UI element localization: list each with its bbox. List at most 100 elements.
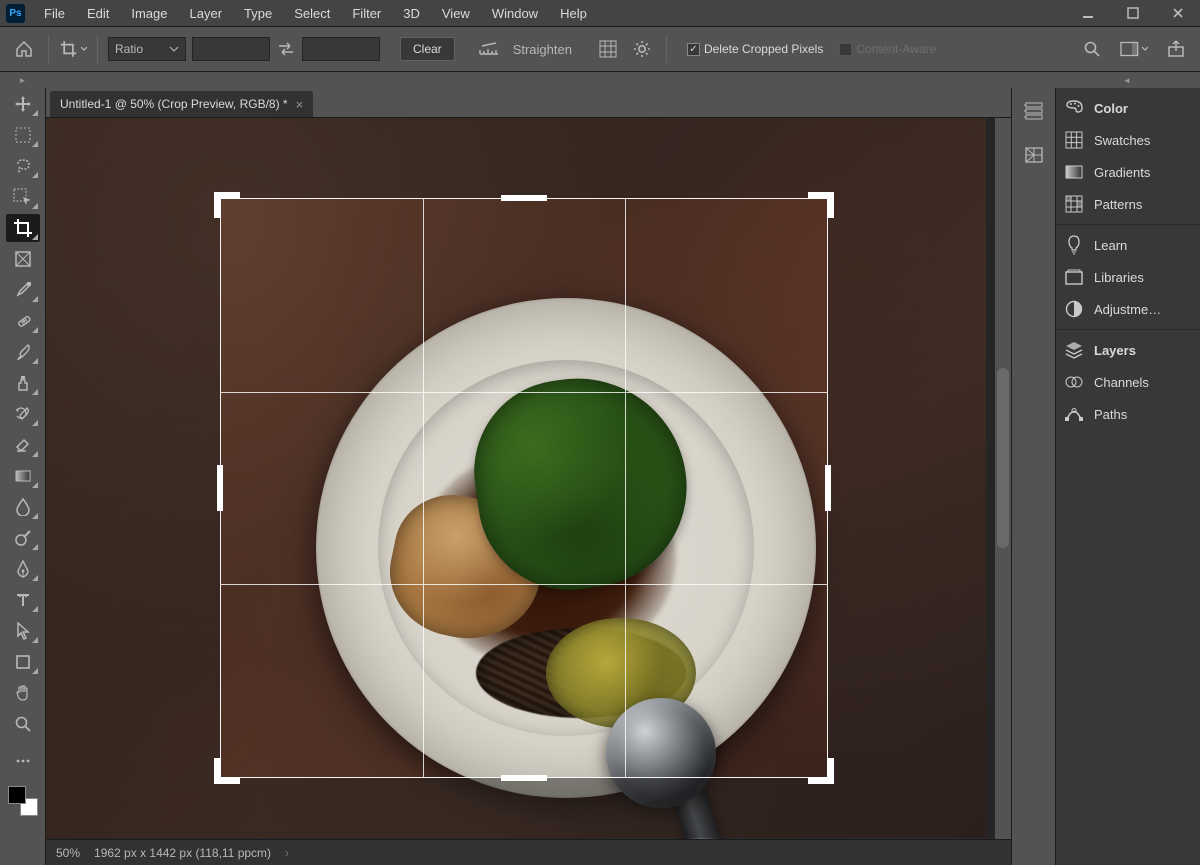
tool-path-select[interactable]	[6, 617, 40, 645]
close-icon[interactable]: ×	[296, 97, 304, 112]
panel-layers[interactable]: Layers	[1056, 334, 1200, 366]
menu-image[interactable]: Image	[120, 0, 178, 27]
panel-adjustments[interactable]: Adjustme…	[1056, 293, 1200, 325]
panel-libraries[interactable]: Libraries	[1056, 261, 1200, 293]
menu-view[interactable]: View	[431, 0, 481, 27]
tool-pen[interactable]	[6, 555, 40, 583]
tool-healing[interactable]	[6, 307, 40, 335]
tool-eyedropper[interactable]	[6, 276, 40, 304]
aspect-ratio-dropdown[interactable]: Ratio	[108, 37, 186, 61]
crop-tool-indicator-icon[interactable]	[59, 35, 87, 63]
crop-box[interactable]	[220, 198, 828, 778]
canvas[interactable]	[46, 118, 1011, 839]
gradients-icon	[1064, 162, 1084, 182]
separator	[97, 35, 98, 63]
share-icon[interactable]	[1162, 35, 1190, 63]
menu-type[interactable]: Type	[233, 0, 283, 27]
menu-select[interactable]: Select	[283, 0, 341, 27]
content-aware-checkbox[interactable]: Content-Aware	[839, 42, 936, 56]
panel-swatches[interactable]: Swatches	[1056, 124, 1200, 156]
clear-button[interactable]: Clear	[400, 37, 455, 61]
tool-history-brush[interactable]	[6, 400, 40, 428]
properties-panel-icon[interactable]	[1021, 142, 1047, 168]
tool-gradient[interactable]	[6, 462, 40, 490]
tool-lasso[interactable]	[6, 152, 40, 180]
tool-marquee[interactable]	[6, 121, 40, 149]
panel-group-layers: Layers Channels Paths	[1056, 330, 1200, 434]
tool-type[interactable]	[6, 586, 40, 614]
tool-crop[interactable]	[6, 214, 40, 242]
menu-help[interactable]: Help	[549, 0, 598, 27]
crop-handle-right[interactable]	[825, 465, 831, 511]
tool-hand[interactable]	[6, 679, 40, 707]
color-swatches[interactable]	[8, 786, 38, 816]
panel-gradients[interactable]: Gradients	[1056, 156, 1200, 188]
tool-zoom[interactable]	[6, 710, 40, 738]
home-icon[interactable]	[10, 35, 38, 63]
panel-paths[interactable]: Paths	[1056, 398, 1200, 430]
panel-learn[interactable]: Learn	[1056, 229, 1200, 261]
menu-window[interactable]: Window	[481, 0, 549, 27]
overlay-grid-icon[interactable]	[594, 35, 622, 63]
crop-handle-tr[interactable]	[808, 192, 834, 218]
crop-height-input[interactable]	[302, 37, 380, 61]
crop-handle-top[interactable]	[501, 195, 547, 201]
document-dimensions: 1962 px x 1442 px (118,11 ppcm)	[94, 846, 271, 860]
zoom-level[interactable]: 50%	[56, 846, 80, 860]
delete-cropped-checkbox[interactable]: Delete Cropped Pixels	[687, 42, 823, 56]
search-icon[interactable]	[1078, 35, 1106, 63]
patterns-icon	[1064, 194, 1084, 214]
vertical-scrollbar[interactable]	[995, 118, 1011, 839]
panel-color[interactable]: Color	[1056, 92, 1200, 124]
chevron-right-icon[interactable]: ›	[285, 846, 289, 860]
crop-handle-left[interactable]	[217, 465, 223, 511]
panel-channels[interactable]: Channels	[1056, 366, 1200, 398]
scrollbar-thumb[interactable]	[997, 368, 1009, 548]
crop-handle-bottom[interactable]	[501, 775, 547, 781]
menu-file[interactable]: File	[33, 0, 76, 27]
panel-collapse-strip: ► ◄	[0, 72, 1200, 88]
menu-layer[interactable]: Layer	[179, 0, 234, 27]
window-maximize-button[interactable]	[1110, 0, 1155, 27]
foreground-color-swatch[interactable]	[8, 786, 26, 804]
straighten-icon[interactable]	[475, 35, 503, 63]
tool-more-icon[interactable]	[6, 747, 40, 775]
tool-eraser[interactable]	[6, 431, 40, 459]
history-panel-icon[interactable]	[1021, 98, 1047, 124]
document-tab-title: Untitled-1 @ 50% (Crop Preview, RGB/8) *	[60, 97, 288, 111]
crop-handle-bl[interactable]	[214, 758, 240, 784]
libraries-icon	[1064, 267, 1084, 287]
menu-edit[interactable]: Edit	[76, 0, 120, 27]
crop-handle-br[interactable]	[808, 758, 834, 784]
collapsed-panel-dock	[1011, 88, 1055, 865]
tool-frame[interactable]	[6, 245, 40, 273]
crop-width-input[interactable]	[192, 37, 270, 61]
crop-grid-line	[221, 392, 827, 393]
window-close-button[interactable]	[1155, 0, 1200, 27]
crop-handle-tl[interactable]	[214, 192, 240, 218]
tool-dodge[interactable]	[6, 524, 40, 552]
tool-blur[interactable]	[6, 493, 40, 521]
menu-3d[interactable]: 3D	[392, 0, 431, 27]
menu-filter[interactable]: Filter	[341, 0, 392, 27]
toolbox	[0, 88, 46, 865]
tool-quick-select[interactable]	[6, 183, 40, 211]
workspace-icon[interactable]	[1120, 35, 1148, 63]
document-tab[interactable]: Untitled-1 @ 50% (Crop Preview, RGB/8) *…	[50, 91, 313, 117]
crop-grid-line	[423, 199, 424, 777]
tool-brush[interactable]	[6, 338, 40, 366]
separator	[666, 35, 667, 63]
crop-settings-icon[interactable]	[628, 35, 656, 63]
window-minimize-button[interactable]	[1065, 0, 1110, 27]
panels-collapse-icon[interactable]: ◄	[1055, 76, 1200, 85]
tool-clone[interactable]	[6, 369, 40, 397]
tool-move[interactable]	[6, 90, 40, 118]
tool-shape[interactable]	[6, 648, 40, 676]
toolbox-collapse-icon[interactable]: ►	[0, 76, 46, 85]
document-tab-bar: Untitled-1 @ 50% (Crop Preview, RGB/8) *…	[46, 88, 1011, 118]
panel-patterns[interactable]: Patterns	[1056, 188, 1200, 220]
swap-dimensions-button[interactable]	[276, 42, 296, 56]
straighten-label[interactable]: Straighten	[513, 42, 572, 57]
status-bar: 50% 1962 px x 1442 px (118,11 ppcm) ›	[46, 839, 1011, 865]
window-controls	[1065, 0, 1200, 27]
